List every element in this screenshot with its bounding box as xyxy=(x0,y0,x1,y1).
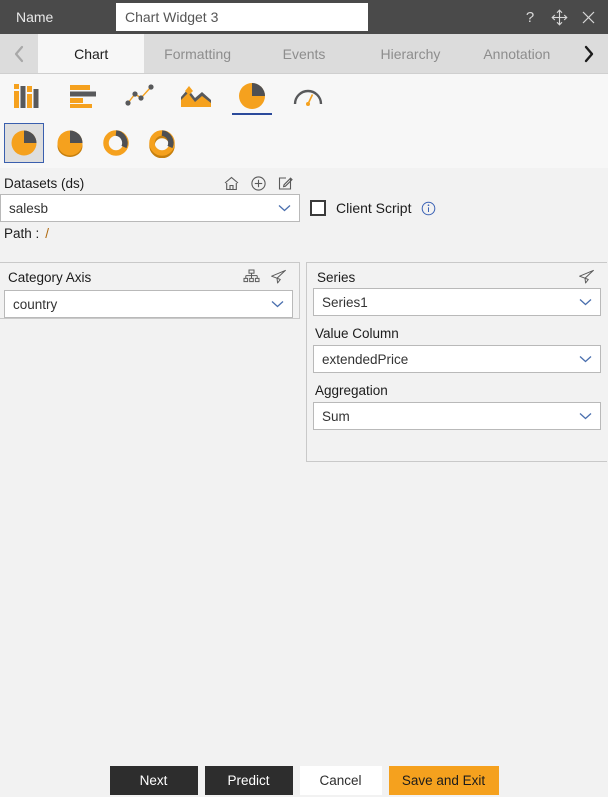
series-value: Series1 xyxy=(322,294,368,310)
datasets-label: Datasets (ds) xyxy=(4,175,85,191)
aggregation-label: Aggregation xyxy=(315,383,388,398)
pie-chart-icon[interactable] xyxy=(224,74,280,118)
next-button[interactable]: Next xyxy=(109,766,198,795)
titlebar-actions: ? xyxy=(520,0,598,34)
gauge-chart-icon[interactable] xyxy=(280,74,336,118)
widget-name-input[interactable] xyxy=(116,3,368,31)
paper-plane-icon[interactable] xyxy=(578,269,595,286)
tab-label: Chart xyxy=(74,45,109,62)
datasets-header-icons xyxy=(223,175,294,192)
chevron-down-icon xyxy=(579,356,592,363)
area-chart-icon[interactable] xyxy=(168,74,224,118)
client-script-label: Client Script xyxy=(336,200,412,216)
tabs-scroll-left-button[interactable] xyxy=(0,34,38,73)
category-axis-label: Category Axis xyxy=(8,269,92,285)
tab-label: Hierarchy xyxy=(380,45,441,62)
pie-flat-icon[interactable] xyxy=(4,123,44,163)
client-script-row: Client Script xyxy=(310,200,436,216)
datasets-select[interactable]: salesb xyxy=(0,194,300,222)
tabs-list: Chart Formatting Events Hierarchy Annota… xyxy=(38,34,570,73)
tab-hierarchy[interactable]: Hierarchy xyxy=(357,34,463,73)
save-and-exit-button[interactable]: Save and Exit xyxy=(388,766,499,795)
move-arrows-icon[interactable] xyxy=(549,7,569,27)
tab-events[interactable]: Events xyxy=(251,34,357,73)
series-header: Series xyxy=(313,266,601,288)
paper-plane-icon[interactable] xyxy=(270,269,287,286)
plus-circle-icon[interactable] xyxy=(250,175,267,192)
category-axis-select[interactable]: country xyxy=(4,290,293,318)
tabs-scroll-right-button[interactable] xyxy=(570,34,608,73)
predict-button[interactable]: Predict xyxy=(204,766,293,795)
pie-3d-icon[interactable] xyxy=(50,123,90,163)
chevron-down-icon xyxy=(579,413,592,420)
dataset-path-value: / xyxy=(45,226,50,241)
dialog-titlebar: Name ? xyxy=(0,0,608,34)
bar-chart-icon[interactable] xyxy=(56,74,112,118)
hierarchy-tree-icon[interactable] xyxy=(243,269,260,286)
tab-label: Events xyxy=(282,45,326,62)
chart-widget-dialog: Name ? xyxy=(0,0,608,797)
datasets-header: Datasets (ds) xyxy=(0,172,300,194)
series-label: Series xyxy=(317,269,356,285)
name-label: Name xyxy=(16,9,54,25)
dialog-footer: Next Predict Cancel Save and Exit xyxy=(0,764,608,797)
dataset-path-label: Path : xyxy=(4,226,40,241)
tab-label: Annotation xyxy=(483,45,551,62)
info-icon[interactable] xyxy=(421,201,436,216)
client-script-checkbox[interactable] xyxy=(310,200,326,216)
scatter-line-chart-icon[interactable] xyxy=(112,74,168,118)
aggregation-value: Sum xyxy=(322,408,350,424)
chevron-down-icon xyxy=(271,301,284,308)
chart-type-toolbar xyxy=(0,74,608,118)
svg-text:?: ? xyxy=(526,9,534,25)
tab-annotation[interactable]: Annotation xyxy=(464,34,570,73)
series-header-icons xyxy=(578,269,595,286)
tab-chart[interactable]: Chart xyxy=(38,34,145,73)
datasets-value: salesb xyxy=(9,200,49,216)
tab-bar: Chart Formatting Events Hierarchy Annota… xyxy=(0,34,608,74)
donut-3d-icon[interactable] xyxy=(142,123,182,163)
value-column-value: extendedPrice xyxy=(322,351,409,367)
aggregation-select[interactable]: Sum xyxy=(313,402,601,430)
category-axis-header: Category Axis xyxy=(4,266,293,288)
value-column-select[interactable]: extendedPrice xyxy=(313,345,601,373)
value-column-label: Value Column xyxy=(315,326,399,341)
column-chart-icon[interactable] xyxy=(0,74,56,118)
category-axis-value: country xyxy=(13,296,58,312)
chevron-down-icon xyxy=(579,299,592,306)
series-select[interactable]: Series1 xyxy=(313,288,601,316)
chart-subtype-toolbar xyxy=(0,118,608,168)
dataset-path-row: Path : / xyxy=(0,222,300,241)
category-axis-panel: Category Axis country xyxy=(0,262,300,319)
chevron-down-icon xyxy=(278,205,291,212)
close-icon[interactable] xyxy=(578,7,598,27)
category-axis-header-icons xyxy=(243,269,287,286)
home-icon[interactable] xyxy=(223,175,240,192)
series-panel: Series Series1 Value Column extendedPric… xyxy=(306,262,607,462)
cancel-button[interactable]: Cancel xyxy=(299,766,382,795)
datasets-section: Datasets (ds) salesb Path: / xyxy=(0,172,300,241)
help-icon[interactable]: ? xyxy=(520,7,540,27)
donut-flat-icon[interactable] xyxy=(96,123,136,163)
tab-formatting[interactable]: Formatting xyxy=(144,34,250,73)
edit-pencil-icon[interactable] xyxy=(277,175,294,192)
tab-label: Formatting xyxy=(164,45,232,62)
